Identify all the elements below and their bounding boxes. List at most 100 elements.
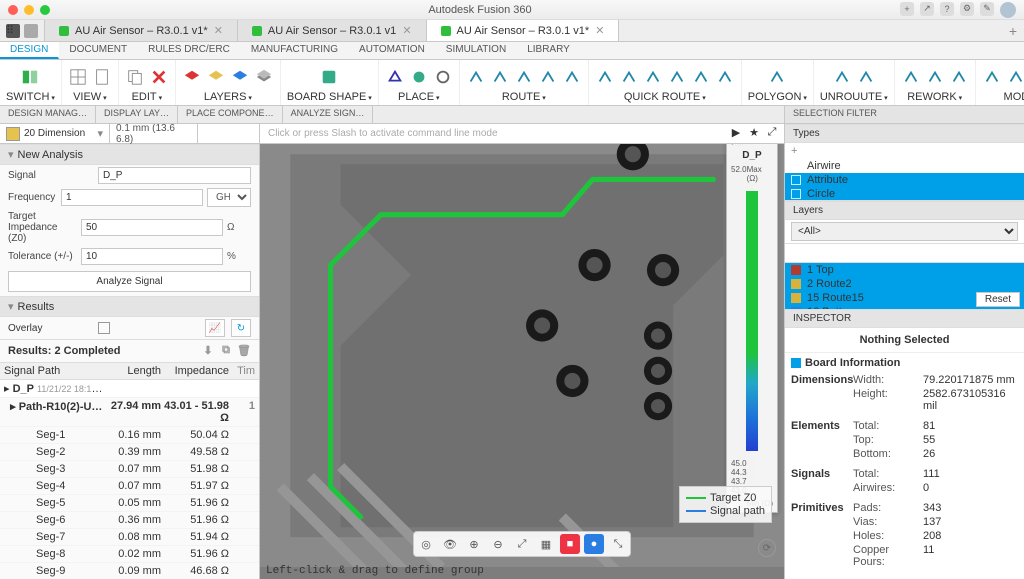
document-tab[interactable]: AU Air Sensor – R3.0.1 v1*✕ (45, 20, 238, 41)
view-tool-button[interactable]: ⊖ (488, 534, 508, 554)
layer-row[interactable]: 1 Top (785, 263, 1024, 277)
segment-row[interactable]: Seg-40.07 mm51.97 Ω (0, 478, 259, 495)
q1-icon[interactable] (595, 67, 615, 87)
user-avatar[interactable] (1000, 2, 1016, 18)
sheet-icon[interactable] (92, 67, 112, 87)
maximize-window-button[interactable] (40, 5, 50, 15)
analyze-signal-button[interactable]: Analyze Signal (8, 271, 251, 292)
secondary-tab[interactable]: ANALYZE SIGN… (283, 106, 374, 123)
layer-row[interactable]: 2 Route2 (785, 277, 1024, 291)
lay1-icon[interactable] (182, 67, 202, 87)
tolerance-input[interactable] (81, 248, 223, 265)
u1-icon[interactable] (832, 67, 852, 87)
view-tool-button[interactable]: ⤢ (512, 534, 532, 554)
view-tool-button[interactable]: ▦ (536, 534, 556, 554)
delete-icon[interactable]: 🗑 (237, 344, 251, 358)
minimize-window-button[interactable] (24, 5, 34, 15)
segment-row[interactable]: Seg-80.02 mm51.96 Ω (0, 546, 259, 563)
titlebar-share-icon[interactable]: ↗ (920, 2, 934, 16)
u2-icon[interactable] (856, 67, 876, 87)
results-header[interactable]: ▾Results (0, 296, 259, 317)
titlebar-add-icon[interactable]: + (900, 2, 914, 16)
cmd-star-icon[interactable]: ★ (746, 124, 762, 140)
view-tool-button[interactable]: ● (584, 534, 604, 554)
segment-row[interactable]: Seg-10.16 mm50.04 Ω (0, 427, 259, 444)
r3-icon[interactable] (514, 67, 534, 87)
overlay-checkbox[interactable] (98, 322, 110, 334)
ribbon-group-label[interactable]: POLYGON (748, 91, 807, 103)
download-icon[interactable]: ⬇ (201, 344, 215, 358)
add-tab-button[interactable]: + (1002, 20, 1024, 41)
type-row[interactable]: Airwire (785, 159, 1024, 173)
new-analysis-header[interactable]: ▾New Analysis (0, 144, 259, 165)
cmd-play-icon[interactable]: ▶ (728, 124, 744, 140)
frequency-unit[interactable]: GHz (207, 188, 251, 207)
titlebar-settings-icon[interactable]: ⚙ (960, 2, 974, 16)
q6-icon[interactable] (715, 67, 735, 87)
orbit-icon[interactable]: ⟳ (758, 539, 776, 557)
r4-icon[interactable] (538, 67, 558, 87)
lay2-icon[interactable] (206, 67, 226, 87)
copy-icon[interactable]: ⧉ (219, 344, 233, 358)
ribbon-group-label[interactable]: ROUTE (502, 91, 546, 103)
command-input[interactable] (266, 127, 718, 140)
lay3-icon[interactable] (230, 67, 250, 87)
layer-list[interactable]: 1 Top2 Route215 Route1516 Bottom17 Pads1… (785, 263, 1024, 309)
reset-button[interactable]: Reset (976, 292, 1020, 307)
q2-icon[interactable] (619, 67, 639, 87)
close-tab-icon[interactable]: ✕ (214, 24, 223, 37)
close-window-button[interactable] (8, 5, 18, 15)
view-tool-button[interactable]: ◎ (416, 534, 436, 554)
type-row[interactable]: Circle (785, 187, 1024, 201)
del-icon[interactable] (149, 67, 169, 87)
rw2-icon[interactable] (925, 67, 945, 87)
titlebar-help-icon[interactable]: ? (940, 2, 954, 16)
segment-row[interactable]: Seg-30.07 mm51.98 Ω (0, 461, 259, 478)
view-tool-button[interactable]: 👁 (440, 534, 460, 554)
document-tab[interactable]: AU Air Sensor – R3.0.1 v1*✕ (427, 20, 620, 41)
document-tab[interactable]: AU Air Sensor – R3.0.1 v1✕ (238, 20, 427, 41)
segment-row[interactable]: Seg-70.08 mm51.94 Ω (0, 529, 259, 546)
segment-row[interactable]: Seg-50.05 mm51.96 Ω (0, 495, 259, 512)
workspace-tab[interactable]: RULES DRC/ERC (138, 42, 241, 59)
workspace-tab[interactable]: MANUFACTURING (241, 42, 349, 59)
r5-icon[interactable] (562, 67, 582, 87)
rw3-icon[interactable] (949, 67, 969, 87)
ribbon-group-label[interactable]: REWORK (907, 91, 962, 103)
hole-icon[interactable] (433, 67, 453, 87)
ribbon-group-label[interactable]: BOARD SHAPE (287, 91, 372, 103)
secondary-tab[interactable]: PLACE COMPONE… (178, 106, 283, 123)
r1-icon[interactable] (466, 67, 486, 87)
impedance-input[interactable] (81, 219, 223, 236)
path-row[interactable]: ▸ Path-R10(2)-U4(4)27.94 mm43.01 - 51.98… (0, 398, 259, 427)
inspector-header[interactable]: INSPECTOR (785, 309, 1024, 328)
results-table-body[interactable]: ▸ D_P 11/21/22 18:17 · 1.000GHz, Target … (0, 380, 259, 579)
ribbon-group-label[interactable]: EDIT (132, 91, 163, 103)
overlay-graph-button[interactable]: 📈 (205, 319, 225, 337)
workspace-tab[interactable]: DOCUMENT (59, 42, 138, 59)
segment-row[interactable]: Seg-60.36 mm51.96 Ω (0, 512, 259, 529)
pcb-canvas[interactable]: 📈 ✕ D_P 52.0Max (Ω) 45.044.343.743.0 Min… (260, 124, 784, 579)
ribbon-group-label[interactable]: SWITCH (6, 91, 55, 103)
ribbon-group-label[interactable]: UNROUUTE (820, 91, 888, 103)
type-row[interactable]: Attribute (785, 173, 1024, 187)
workspace-tab[interactable]: SIMULATION (436, 42, 517, 59)
layers-select[interactable]: <All> (791, 222, 1018, 241)
close-tab-icon[interactable]: ✕ (595, 24, 604, 37)
r2-icon[interactable] (490, 67, 510, 87)
copy-icon[interactable] (125, 67, 145, 87)
q4-icon[interactable] (667, 67, 687, 87)
layers-panel-header[interactable]: Layers (785, 201, 1024, 220)
view-tool-button[interactable]: ⤡ (608, 534, 628, 554)
q5-icon[interactable] (691, 67, 711, 87)
ribbon-group-label[interactable]: PLACE (398, 91, 440, 103)
types-list[interactable]: + AirwireAttributeCircleDeviceDimensionF… (785, 143, 1024, 201)
overlay-refresh-button[interactable]: ↻ (231, 319, 251, 337)
segment-row[interactable]: Seg-20.39 mm49.58 Ω (0, 444, 259, 461)
signal-row[interactable]: ▸ D_P 11/21/22 18:17 · 1.000GHz, Target … (0, 380, 259, 398)
secondary-tab[interactable]: DISPLAY LAY… (96, 106, 178, 123)
pad-icon[interactable] (409, 67, 429, 87)
m2-icon[interactable] (1006, 67, 1024, 87)
poly-icon[interactable] (385, 67, 405, 87)
q3-icon[interactable] (643, 67, 663, 87)
